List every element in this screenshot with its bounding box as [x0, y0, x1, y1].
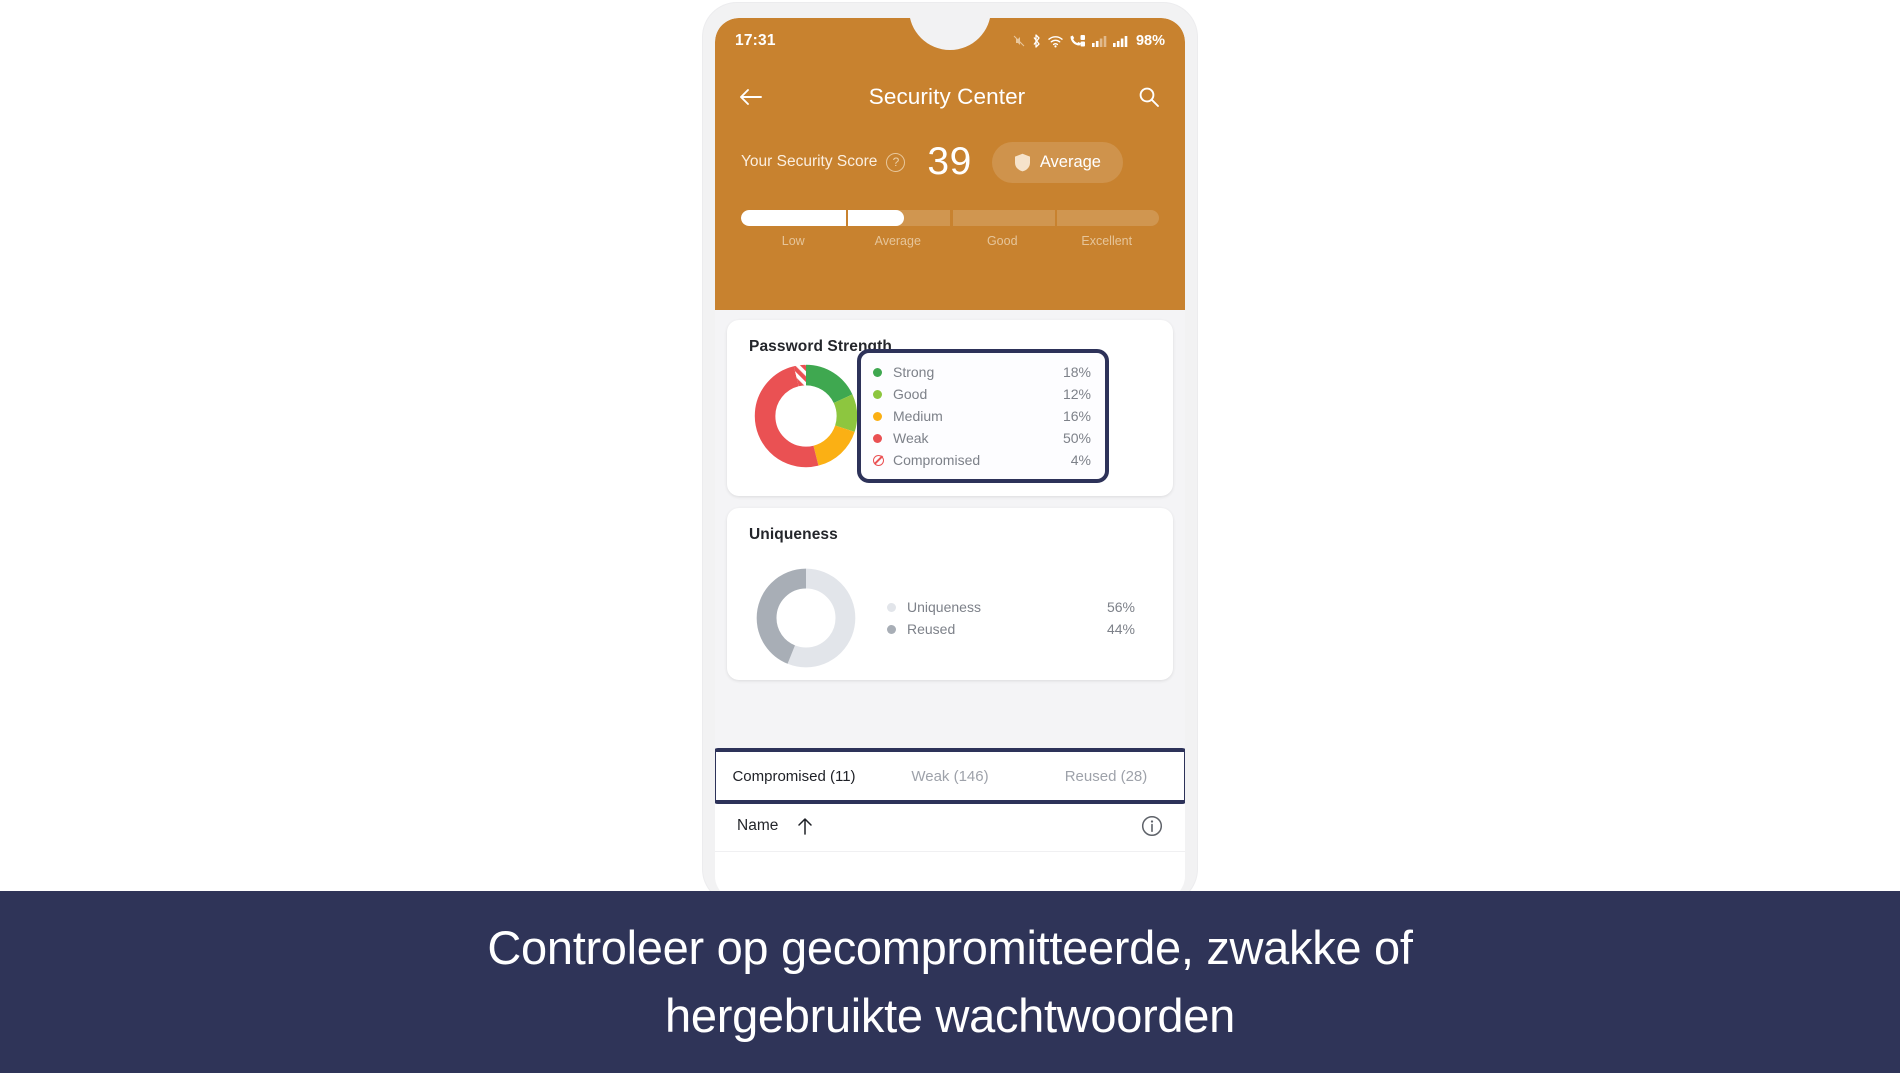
legend-color-dot — [887, 602, 896, 612]
legend-value: 50% — [1062, 430, 1091, 446]
uniqueness-body: Uniqueness 56% Reused 44% — [727, 566, 1173, 670]
legend-row: Reused 44% — [887, 618, 1135, 640]
score-rating-badge[interactable]: Average — [991, 141, 1123, 183]
legend-value: 18% — [1062, 364, 1091, 380]
caption-line-2: hergebruikte wachtwoorden — [665, 989, 1235, 1042]
status-time: 17:31 — [735, 32, 776, 49]
progress-divider-2 — [950, 210, 953, 226]
uniqueness-donut-chart — [756, 568, 856, 668]
uniqueness-title: Uniqueness — [749, 526, 838, 543]
security-score-row: Your Security Score ? 39 Average — [715, 133, 1185, 191]
search-button[interactable] — [1131, 79, 1167, 115]
password-strength-legend-highlight: Strong 18% Good 12% Medium 16% Weak 50% Compromi… — [857, 349, 1109, 483]
signal-icon-2 — [1112, 36, 1128, 47]
legend-row: Good 12% — [873, 383, 1091, 405]
uniqueness-card: Uniqueness Uniqueness 56% Reused 44% — [727, 508, 1173, 680]
sort-ascending-button[interactable] — [796, 816, 814, 836]
status-bar: 17:31 98% — [715, 18, 1185, 64]
legend-label: Uniqueness — [907, 599, 981, 615]
uniqueness-legend: Uniqueness 56% Reused 44% — [869, 590, 1157, 646]
legend-row: Weak 50% — [873, 427, 1091, 449]
legend-label: Strong — [893, 364, 935, 380]
security-score-value: 39 — [927, 140, 972, 183]
list-header: Name — [715, 800, 1185, 852]
app-bar: Security Center — [715, 68, 1185, 126]
shield-icon — [1014, 153, 1030, 171]
caption-banner: Controleer op gecompromitteerde, zwakke … — [0, 891, 1900, 1073]
call-data-icon — [1070, 35, 1085, 47]
legend-label: Medium — [893, 408, 943, 424]
legend-color-dot — [873, 411, 882, 421]
info-circle-icon — [1141, 815, 1163, 836]
filter-tabs: Compromised (11) Weak (146) Reused (28) — [716, 752, 1184, 800]
score-rating-label: Average — [1039, 152, 1101, 171]
tab-compromised[interactable]: Compromised (11) — [716, 752, 872, 800]
score-progress-fill — [741, 210, 905, 226]
score-progress: Low Average Good Excellent — [741, 210, 1159, 248]
battery-percentage: 98% — [1135, 33, 1165, 49]
progress-divider-3 — [1054, 210, 1057, 226]
legend-row: Medium 16% — [873, 405, 1091, 427]
progress-label-0: Low — [781, 234, 805, 248]
progress-label-2: Good — [986, 234, 1018, 248]
signal-icon-1 — [1091, 36, 1107, 47]
tab-weak[interactable]: Weak (146) — [872, 752, 1028, 800]
legend-value: 44% — [1106, 621, 1135, 637]
score-progress-labels: Low Average Good Excellent — [741, 234, 1159, 248]
mute-icon — [1013, 35, 1025, 47]
legend-value: 4% — [1070, 452, 1091, 468]
name-column-label: Name — [737, 816, 779, 834]
progress-label-3: Excellent — [1081, 234, 1133, 248]
uniqueness-donut — [743, 566, 869, 670]
security-score-label: Your Security Score — [741, 153, 878, 170]
progress-divider-1 — [845, 210, 848, 226]
legend-color-dot — [873, 389, 882, 399]
password-strength-donut — [743, 362, 869, 470]
screenshot-root: 17:31 98% Security Center Your Security … — [0, 0, 1900, 1073]
caption-line-1: Controleer op gecompromitteerde, zwakke … — [487, 921, 1413, 974]
back-arrow-icon — [740, 89, 762, 105]
legend-label: Weak — [893, 430, 929, 446]
legend-color-dot — [873, 367, 882, 377]
legend-row: Uniqueness 56% — [887, 596, 1135, 618]
filter-tabs-highlight: Compromised (11) Weak (146) Reused (28) — [715, 748, 1185, 804]
status-icons: 98% — [1013, 33, 1165, 49]
info-button[interactable] — [1141, 815, 1163, 837]
wifi-icon — [1048, 35, 1063, 47]
bluetooth-icon — [1033, 34, 1040, 48]
compromised-icon — [873, 454, 884, 466]
legend-label: Reused — [907, 621, 956, 637]
page-title: Security Center — [868, 84, 1026, 109]
legend-row: Compromised 4% — [873, 449, 1091, 471]
search-icon — [1139, 87, 1159, 107]
password-strength-card: Password Strength Strong 18% Good 12% Me… — [727, 320, 1173, 496]
password-strength-legend: Strong 18% Good 12% Medium 16% Weak 50% Compromi… — [873, 361, 1091, 471]
legend-color-dot — [887, 624, 896, 634]
score-progress-track — [741, 210, 1159, 226]
legend-label: Compromised — [893, 452, 981, 468]
legend-row: Strong 18% — [873, 361, 1091, 383]
sort-ascending-arrow-icon — [798, 817, 813, 835]
legend-label: Good — [893, 386, 928, 402]
tab-reused[interactable]: Reused (28) — [1028, 752, 1184, 800]
phone-screen: 17:31 98% Security Center Your Security … — [715, 18, 1185, 900]
legend-value: 12% — [1062, 386, 1091, 402]
legend-value: 56% — [1106, 599, 1135, 615]
progress-label-1: Average — [874, 234, 921, 248]
legend-color-dot — [873, 433, 882, 443]
legend-value: 16% — [1062, 408, 1091, 424]
password-strength-donut-chart — [754, 364, 858, 468]
help-icon[interactable]: ? — [886, 152, 906, 172]
